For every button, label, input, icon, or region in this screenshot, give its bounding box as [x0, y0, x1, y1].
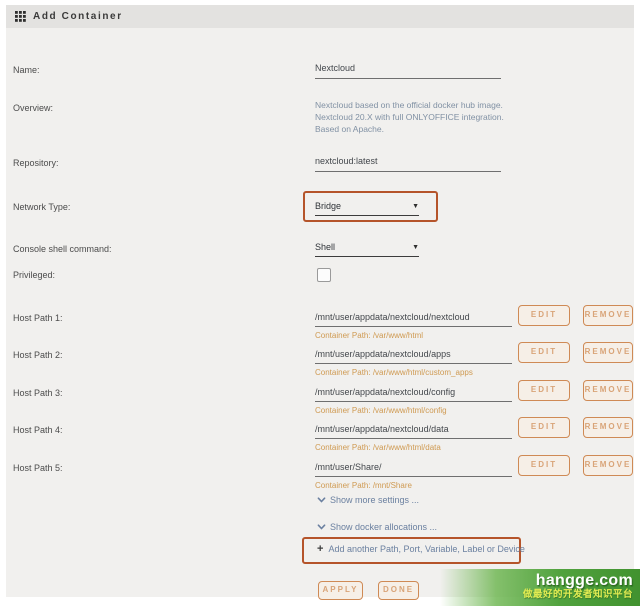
name-value: Nextcloud — [315, 63, 356, 73]
remove-button[interactable]: REMOVE — [583, 455, 633, 476]
host-path-3-label: Host Path 3: — [13, 388, 63, 398]
plus-icon: + — [317, 543, 324, 555]
host-path-4-label: Host Path 4: — [13, 425, 63, 435]
network-type-label: Network Type: — [13, 202, 71, 212]
overview-text: Nextcloud based on the official docker h… — [315, 100, 504, 134]
host-path-3-input[interactable]: /mnt/user/appdata/nextcloud/config — [315, 387, 512, 402]
chevron-down-icon — [317, 524, 326, 530]
show-more-settings-label: Show more settings ... — [330, 495, 420, 505]
remove-button[interactable]: REMOVE — [583, 380, 633, 401]
network-type-value: Bridge — [315, 201, 342, 211]
container-path-note: Container Path: /var/www/html/config — [315, 406, 447, 415]
host-path-4-input[interactable]: /mnt/user/appdata/nextcloud/data — [315, 424, 512, 439]
container-path-note: Container Path: /var/www/html — [315, 331, 424, 340]
apply-button[interactable]: APPLY — [318, 581, 363, 600]
edit-button[interactable]: EDIT — [518, 342, 570, 363]
overview-label: Overview: — [13, 103, 54, 113]
container-path-note: Container Path: /mnt/Share — [315, 481, 412, 490]
add-container-panel: Add Container Name: Nextcloud Overview: … — [6, 5, 634, 600]
host-path-2-value: /mnt/user/appdata/nextcloud/apps — [315, 349, 451, 359]
console-shell-select[interactable]: Shell ▼ — [315, 242, 419, 257]
edit-button[interactable]: EDIT — [518, 305, 570, 326]
remove-button[interactable]: REMOVE — [583, 417, 633, 438]
host-path-1-label: Host Path 1: — [13, 313, 63, 323]
host-path-2-label: Host Path 2: — [13, 350, 63, 360]
container-path-note: Container Path: /var/www/html/data — [315, 443, 441, 452]
watermark-title: hangge.com — [535, 572, 633, 589]
repository-value: nextcloud:latest — [315, 156, 378, 166]
console-shell-value: Shell — [315, 242, 336, 252]
chevron-down-icon — [317, 497, 326, 503]
repository-input[interactable]: nextcloud:latest — [315, 156, 501, 172]
grid-icon — [15, 11, 26, 22]
remove-button[interactable]: REMOVE — [583, 342, 633, 363]
host-path-3-value: /mnt/user/appdata/nextcloud/config — [315, 387, 456, 397]
host-path-1-value: /mnt/user/appdata/nextcloud/nextcloud — [315, 312, 470, 322]
network-type-select[interactable]: Bridge ▼ — [315, 201, 419, 216]
watermark-subtitle: 做最好的开发者知识平台 — [522, 589, 633, 600]
show-docker-allocations-label: Show docker allocations ... — [330, 522, 438, 532]
privileged-checkbox[interactable] — [317, 268, 331, 282]
host-path-5-value: /mnt/user/Share/ — [315, 462, 382, 472]
privileged-label: Privileged: — [13, 270, 56, 280]
add-another-link[interactable]: + Add another Path, Port, Variable, Labe… — [317, 543, 525, 555]
show-docker-allocations-link[interactable]: Show docker allocations ... — [317, 522, 437, 532]
console-shell-label: Console shell command: — [13, 244, 112, 254]
show-more-settings-link[interactable]: Show more settings ... — [317, 495, 419, 505]
edit-button[interactable]: EDIT — [518, 455, 570, 476]
remove-button[interactable]: REMOVE — [583, 305, 633, 326]
hangge-watermark: hangge.com 做最好的开发者知识平台 — [440, 569, 640, 606]
host-path-5-label: Host Path 5: — [13, 463, 63, 473]
done-button[interactable]: DONE — [378, 581, 419, 600]
panel-title: Add Container — [33, 11, 123, 22]
dropdown-caret-icon: ▼ — [412, 243, 419, 251]
dropdown-caret-icon: ▼ — [412, 202, 419, 210]
edit-button[interactable]: EDIT — [518, 417, 570, 438]
host-path-4-value: /mnt/user/appdata/nextcloud/data — [315, 424, 449, 434]
host-path-2-input[interactable]: /mnt/user/appdata/nextcloud/apps — [315, 349, 512, 364]
repository-label: Repository: — [13, 158, 59, 168]
container-path-note: Container Path: /var/www/html/custom_app… — [315, 368, 473, 377]
host-path-5-input[interactable]: /mnt/user/Share/ — [315, 462, 512, 477]
name-label: Name: — [13, 65, 40, 75]
host-path-row-5: Host Path 5: /mnt/user/Share/ Container … — [6, 455, 634, 498]
host-path-1-input[interactable]: /mnt/user/appdata/nextcloud/nextcloud — [315, 312, 512, 327]
edit-button[interactable]: EDIT — [518, 380, 570, 401]
panel-titlebar: Add Container — [6, 5, 634, 28]
name-input[interactable]: Nextcloud — [315, 63, 501, 79]
add-another-label: Add another Path, Port, Variable, Label … — [328, 544, 525, 554]
